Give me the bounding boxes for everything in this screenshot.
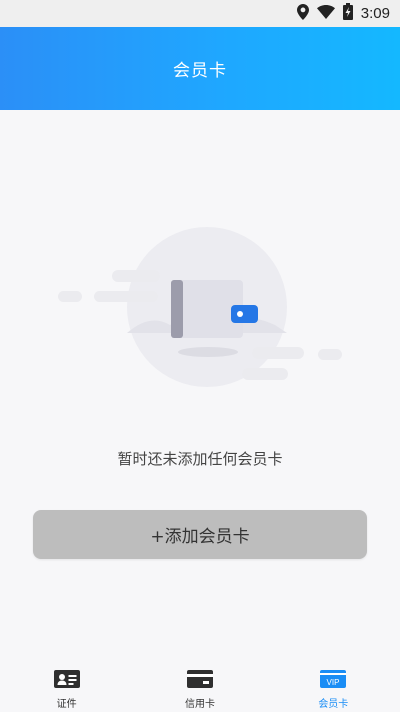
status-bar: 3:09 xyxy=(0,0,400,27)
vip-card-icon: VIP xyxy=(320,669,347,692)
status-time: 3:09 xyxy=(360,5,390,22)
credit-card-icon xyxy=(186,669,213,692)
location-icon xyxy=(296,3,309,24)
battery-charging-icon xyxy=(342,3,353,24)
tab-label: 会员卡 xyxy=(318,698,349,710)
svg-text:VIP: VIP xyxy=(327,678,340,687)
tab-member-cards[interactable]: VIP 会员卡 xyxy=(267,667,400,712)
tab-documents[interactable]: 证件 xyxy=(0,667,133,712)
page-title: 会员卡 xyxy=(173,61,227,81)
tab-credit-cards[interactable]: 信用卡 xyxy=(133,667,266,712)
bottom-tab-bar: 证件 信用卡 VIP 会员卡 xyxy=(0,667,400,712)
empty-state-message: 暂时还未添加任何会员卡 xyxy=(117,450,283,468)
empty-wallet-illustration xyxy=(50,225,350,395)
id-card-icon xyxy=(53,669,80,692)
wifi-icon xyxy=(316,4,335,23)
tab-label: 信用卡 xyxy=(184,698,215,710)
app-header: 会员卡 xyxy=(0,27,400,110)
add-member-card-button[interactable]: +添加会员卡 xyxy=(33,510,367,559)
tab-label: 证件 xyxy=(56,698,77,710)
